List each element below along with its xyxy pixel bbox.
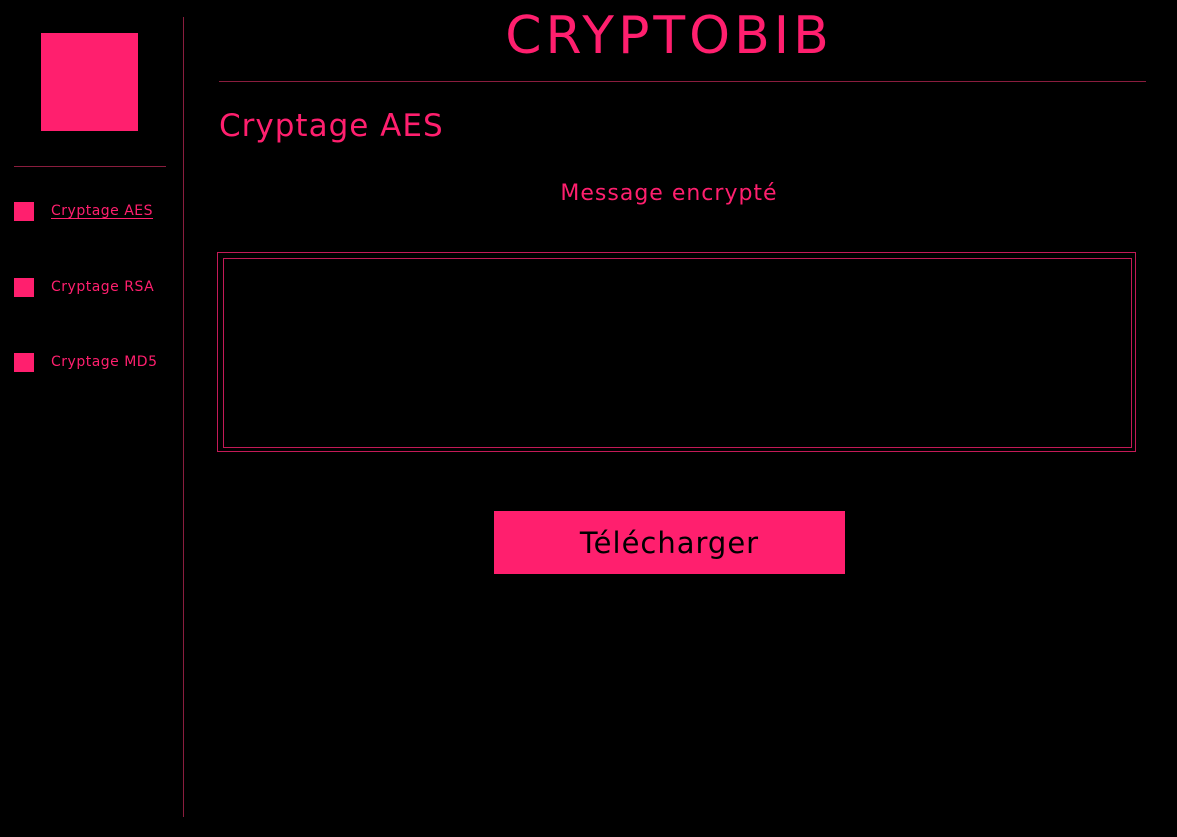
logo: [41, 33, 138, 131]
sidebar-item-label: Cryptage AES: [51, 203, 154, 219]
square-bullet-icon: [14, 277, 34, 297]
sidebar-item-label: Cryptage MD5: [51, 354, 158, 370]
sidebar-item-aes[interactable]: Cryptage AES: [14, 200, 153, 222]
sidebar-item-rsa[interactable]: Cryptage RSA: [14, 276, 154, 298]
encrypted-message-output[interactable]: [223, 258, 1132, 448]
main-content: CRYPTOBIB Cryptage AES Message encrypté …: [184, 0, 1177, 837]
square-bullet-icon: [14, 352, 34, 372]
square-bullet-icon: [14, 201, 34, 221]
output-frame: [217, 252, 1136, 452]
sidebar-item-label: Cryptage RSA: [51, 279, 155, 295]
sidebar-item-md5[interactable]: Cryptage MD5: [14, 351, 158, 373]
app-window: Cryptage AES Cryptage RSA Cryptage MD5 C…: [0, 0, 1177, 837]
output-label: Message encrypté: [560, 181, 778, 206]
sidebar-divider: [14, 166, 166, 167]
header-divider: [219, 81, 1146, 82]
sidebar: Cryptage AES Cryptage RSA Cryptage MD5: [0, 0, 184, 837]
page-title: Cryptage AES: [219, 108, 444, 144]
download-button[interactable]: Télécharger: [494, 511, 845, 574]
app-title: CRYPTOBIB: [505, 6, 833, 66]
